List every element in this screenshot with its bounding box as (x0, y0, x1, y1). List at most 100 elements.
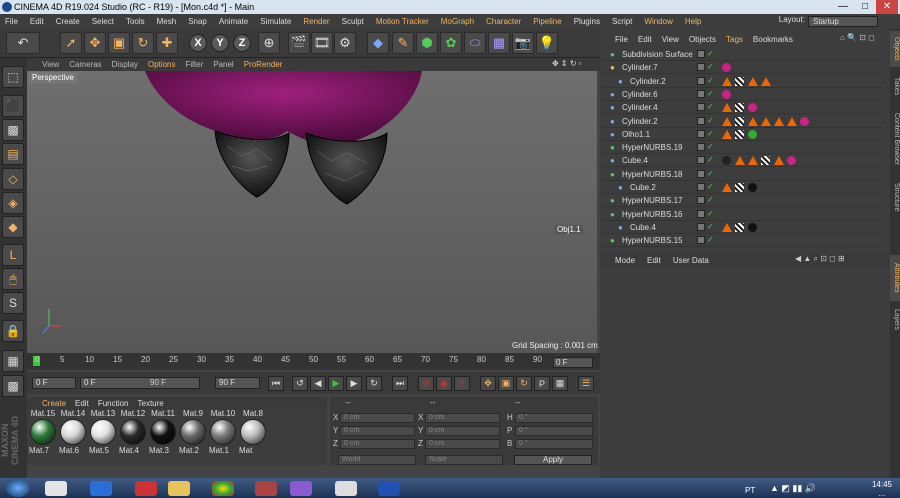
viewport-nav-icons[interactable]: ✥ ⇕ ↻ ▫ (552, 59, 582, 68)
object-row[interactable]: ● Cylinder.6 ✓ (602, 88, 882, 101)
visibility-toggle[interactable] (697, 183, 705, 191)
floor-icon[interactable]: ▦ (488, 32, 510, 54)
x-axis-button[interactable]: X (189, 34, 207, 52)
z-axis-button[interactable]: Z (233, 34, 251, 52)
object-tag-icon[interactable] (787, 156, 796, 166)
tray-icons[interactable]: ▲ ◩ ▮▮ 🔊 (770, 483, 816, 494)
visibility-toggle[interactable] (697, 209, 705, 218)
file-explorer-taskbar-icon[interactable] (45, 481, 67, 496)
tab-layers[interactable]: Layers (890, 305, 900, 335)
enabled-check-icon[interactable]: ✓ (707, 169, 714, 179)
go-to-start-icon[interactable]: ⏮ (268, 376, 284, 391)
object-name[interactable]: Cube.4 (622, 154, 648, 167)
object-row[interactable]: ● Cylinder.4 ✓ (602, 101, 882, 115)
enabled-check-icon[interactable]: ✓ (707, 102, 714, 112)
size-z-field[interactable]: 0 cm (425, 439, 500, 449)
enabled-check-icon[interactable]: ✓ (707, 116, 714, 126)
rotation-b-field[interactable]: 0 ° (515, 439, 593, 449)
next-frame-icon[interactable]: ▶ (346, 376, 362, 391)
om-menu-file[interactable]: File (615, 35, 628, 44)
material-swatch[interactable]: Mat.7 (28, 418, 58, 455)
object-tag-icon[interactable] (748, 156, 758, 166)
object-row[interactable]: ● HyperNURBS.16 ✓ (602, 208, 882, 221)
material-swatch[interactable]: Mat.2 (178, 418, 208, 455)
maximize-button[interactable]: □ (854, 0, 876, 14)
visibility-toggle[interactable] (697, 156, 705, 165)
material-swatch[interactable]: Mat.6 (58, 418, 88, 455)
enabled-check-icon[interactable]: ✓ (707, 89, 714, 99)
menu-create[interactable]: Create (56, 17, 80, 26)
coordinate-system-icon[interactable]: ⊕ (258, 32, 280, 54)
make-editable-icon[interactable]: ⬚ (2, 66, 24, 88)
menu-file[interactable]: File (5, 17, 18, 26)
enabled-check-icon[interactable]: ✓ (707, 142, 714, 152)
object-tag-icon[interactable] (761, 76, 771, 86)
visibility-toggle[interactable] (697, 236, 705, 245)
object-tag-icon[interactable] (748, 76, 758, 86)
object-tag-icon[interactable] (735, 183, 744, 192)
app2-taskbar-icon[interactable] (290, 481, 312, 496)
vp-menu-cameras[interactable]: Cameras (69, 60, 101, 69)
texture-mode-icon[interactable]: ▩ (2, 119, 24, 141)
last-tool-icon[interactable]: ✚ (156, 32, 178, 54)
object-name[interactable]: Cube.4 (630, 221, 656, 234)
tab-objects[interactable]: Objects (890, 31, 900, 67)
object-row[interactable]: ● Olho1.1 ✓ (602, 128, 882, 141)
material-swatch[interactable]: Mat.3 (148, 418, 178, 455)
vp-menu-filter[interactable]: Filter (185, 60, 203, 69)
menu-select[interactable]: Select (92, 17, 114, 26)
object-row[interactable]: ● Cube.4 ✓ (602, 221, 882, 234)
mat-menu-function[interactable]: Function (98, 399, 129, 408)
app3-taskbar-icon[interactable] (335, 481, 357, 496)
record-icon[interactable]: ⊘ (418, 376, 434, 391)
axis-mode-icon[interactable]: L (2, 244, 24, 266)
vp-menu-panel[interactable]: Panel (213, 60, 233, 69)
prev-key-icon[interactable]: ↺ (292, 376, 308, 391)
menu-edit[interactable]: Edit (30, 17, 44, 26)
cinema4d-taskbar-icon[interactable] (378, 481, 400, 496)
render-picture-viewer-icon[interactable]: 🎞 (311, 32, 333, 54)
material-swatch[interactable]: Mat.5 (88, 418, 118, 455)
vp-menu-prorender[interactable]: ProRender (244, 60, 283, 69)
object-name[interactable]: Cube.2 (630, 181, 656, 194)
play-icon[interactable]: ▶ (328, 376, 344, 391)
rotate-icon[interactable]: ↻ (132, 32, 154, 54)
chrome-taskbar-icon[interactable] (212, 481, 234, 496)
render-settings-icon[interactable]: ⚙ (334, 32, 356, 54)
enabled-check-icon[interactable]: ✓ (707, 182, 714, 192)
key-scale-icon[interactable]: ▣ (498, 376, 514, 391)
position-x-field[interactable]: 0 cm (340, 413, 415, 423)
menu-mesh[interactable]: Mesh (157, 17, 177, 26)
vp-menu-options[interactable]: Options (148, 60, 176, 69)
visibility-toggle[interactable] (697, 169, 705, 178)
object-row[interactable]: ● HyperNURBS.18 ✓ (602, 168, 882, 181)
object-tag-icon[interactable] (722, 116, 732, 126)
enabled-check-icon[interactable]: ✓ (707, 155, 714, 165)
object-tag-icon[interactable] (748, 183, 757, 192)
object-name[interactable]: HyperNURBS.15 (622, 234, 682, 247)
app-taskbar-icon[interactable] (255, 481, 277, 496)
deformer-icon[interactable]: ⬭ (464, 32, 486, 54)
material-label[interactable]: Mat.12 (118, 409, 148, 418)
snap-icon[interactable]: S (2, 292, 24, 314)
object-tag-icon[interactable] (748, 116, 758, 126)
object-row[interactable]: ● Cylinder.2 ✓ (602, 115, 882, 128)
array-icon[interactable]: ✿ (440, 32, 462, 54)
material-label[interactable]: Mat.8 (238, 409, 268, 418)
render-view-icon[interactable]: 🎬 (288, 32, 310, 54)
viewport-perspective[interactable] (27, 71, 597, 353)
menu-render[interactable]: Render (303, 17, 329, 26)
enabled-check-icon[interactable]: ✓ (707, 76, 714, 86)
size-x-field[interactable]: 0 cm (425, 413, 500, 423)
position-z-field[interactable]: 0 cm (340, 439, 415, 449)
object-name[interactable]: Cylinder.2 (622, 115, 658, 128)
material-swatch[interactable]: Mat.4 (118, 418, 148, 455)
y-axis-button[interactable]: Y (211, 34, 229, 52)
enabled-check-icon[interactable]: ✓ (707, 129, 714, 139)
object-row[interactable]: ● HyperNURBS.19 ✓ (602, 141, 882, 155)
media-player-taskbar-icon[interactable] (135, 481, 157, 496)
menu-tools[interactable]: Tools (126, 17, 145, 26)
start-frame-field[interactable]: 0 F (32, 377, 76, 389)
object-name[interactable]: HyperNURBS.19 (622, 141, 682, 154)
menu-motion-tracker[interactable]: Motion Tracker (376, 17, 429, 26)
